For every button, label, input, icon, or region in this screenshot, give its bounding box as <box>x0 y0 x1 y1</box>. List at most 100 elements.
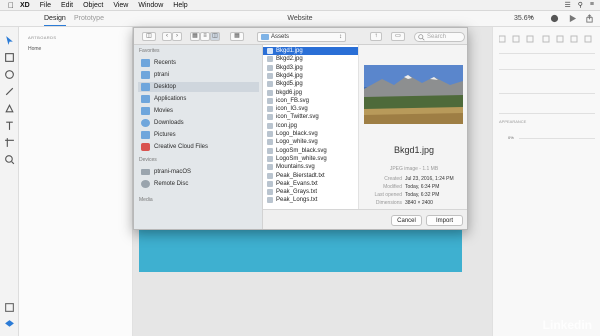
sidebar-item-label: Movies <box>154 108 174 114</box>
opacity-value[interactable]: 0% <box>508 135 514 140</box>
share-icon[interactable]: ↑ <box>370 32 382 41</box>
zoom-tool-icon[interactable] <box>4 154 15 165</box>
cancel-button[interactable]: Cancel <box>391 215 422 226</box>
forward-arrow-icon[interactable]: › <box>172 32 182 41</box>
mobile-preview-icon[interactable] <box>550 14 559 23</box>
tag-icon[interactable]: ▭ <box>391 32 405 41</box>
file-list-item[interactable]: Icon.jpg <box>263 122 358 130</box>
file-list-item[interactable]: Logo_black.svg <box>263 130 358 138</box>
sidebar-item-label: Recents <box>154 60 177 66</box>
apple-menu-icon[interactable]:  <box>8 1 20 10</box>
menu-edit[interactable]: Edit <box>61 2 73 9</box>
meta-value: 3840 × 2400 <box>405 200 433 206</box>
import-dialog: ◫ ‹ › ▦ ≡ ◫ ▦ Assets ↕ ↑ ▭ Search Favori… <box>133 27 468 230</box>
menu-file[interactable]: File <box>40 2 51 9</box>
file-icon <box>267 155 273 162</box>
sidebar-item-movies[interactable]: Movies <box>141 106 173 116</box>
file-name: icon_IG.svg <box>276 106 308 113</box>
select-tool-icon[interactable] <box>4 35 15 46</box>
artboard-tool-icon[interactable] <box>4 137 15 148</box>
file-name: Peak_Bierstadt.txt <box>276 172 325 179</box>
file-list-item[interactable]: Bkgd5.jpg <box>263 80 358 88</box>
image-thumbnail <box>364 65 463 124</box>
rectangle-tool-icon[interactable] <box>4 52 15 63</box>
dialog-footer: Cancel Import <box>263 209 467 229</box>
file-list-item[interactable]: Bkgd3.jpg <box>263 64 358 72</box>
sidebar-item-ptrani[interactable]: ptrani <box>141 70 169 80</box>
file-icon <box>267 64 273 71</box>
file-list-item[interactable]: Peak_Bierstadt.txt <box>263 172 358 180</box>
menu-window[interactable]: Window <box>138 2 163 9</box>
meta-value: Today, 6:34 PM <box>405 184 440 190</box>
ellipse-tool-icon[interactable] <box>4 69 15 80</box>
line-tool-icon[interactable] <box>4 86 15 97</box>
file-icon <box>267 48 273 54</box>
share-icon[interactable] <box>585 14 594 23</box>
sidebar-toggle-icon[interactable]: ◫ <box>142 32 156 41</box>
file-list-item[interactable]: icon_FB.svg <box>263 97 358 105</box>
text-tool-icon[interactable] <box>4 120 15 131</box>
sidebar-item-remote-disc[interactable]: Remote Disc <box>141 179 188 189</box>
file-list-item[interactable]: Bkgd1.jpg <box>263 47 358 55</box>
notification-center-icon[interactable]: ≡ <box>590 1 594 9</box>
artboard-item-home[interactable]: Home <box>28 46 41 52</box>
sidebar-item-desktop[interactable]: Desktop <box>138 82 259 92</box>
menu-view[interactable]: View <box>113 2 128 9</box>
icon-view-icon[interactable]: ▦ <box>190 32 200 41</box>
sidebar-item-downloads[interactable]: Downloads <box>141 118 184 128</box>
tools-bar <box>0 27 19 336</box>
sidebar-item-ptrani-macos[interactable]: ptrani-macOS <box>141 167 191 177</box>
devices-heading: Devices <box>139 157 157 163</box>
file-list-item[interactable]: icon_Twitter.svg <box>263 113 358 121</box>
file-name: Logo_black.svg <box>276 131 318 137</box>
wifi-icon[interactable]: ☰ <box>564 1 570 9</box>
sidebar-item-label: ptrani-macOS <box>154 169 192 175</box>
file-list-item[interactable]: Peak_Longs.txt <box>263 196 358 204</box>
preview-pane: Bkgd1.jpg JPEG image - 1.1 MB Created Jul… <box>359 45 467 209</box>
file-list-item[interactable]: LogoSm_black.svg <box>263 147 358 155</box>
home-icon <box>141 71 150 79</box>
file-list-item[interactable]: Bkgd4.jpg <box>263 72 358 80</box>
menu-app-name[interactable]: XD <box>20 2 30 9</box>
column-view-icon[interactable]: ◫ <box>210 32 220 41</box>
search-spotlight-icon[interactable]: ⚲ <box>578 1 583 9</box>
file-list-item[interactable]: Logo_white.svg <box>263 138 358 146</box>
search-field[interactable]: Search <box>414 32 465 42</box>
sidebar-item-applications[interactable]: Applications <box>141 94 186 104</box>
opacity-slider[interactable] <box>519 138 595 139</box>
file-name: LogoSm_black.svg <box>276 147 327 154</box>
file-icon <box>267 97 273 104</box>
file-list[interactable]: Bkgd1.jpg Bkgd2.jpg Bkgd3.jpg Bkgd4.jpg Bkgd… <box>263 45 359 209</box>
file-list-item[interactable]: Peak_Evans.txt <box>263 180 358 188</box>
list-view-icon[interactable]: ≡ <box>200 32 210 41</box>
preview-file-name: Bkgd1.jpg <box>393 145 435 155</box>
arrange-menu-icon[interactable]: ▦ <box>230 32 244 41</box>
sidebar-item-label: Desktop <box>154 84 177 90</box>
menu-help[interactable]: Help <box>173 2 187 9</box>
meta-dimensions: Dimensions 3840 × 2400 <box>359 200 467 208</box>
file-list-item[interactable]: icon_IG.svg <box>263 105 358 113</box>
file-icon <box>267 81 273 88</box>
file-name: Mountains.svg <box>276 164 315 171</box>
sidebar-item-label: Pictures <box>154 132 176 138</box>
file-icon <box>267 122 273 129</box>
file-name: Peak_Grays.txt <box>276 189 318 196</box>
menu-object[interactable]: Object <box>83 2 103 9</box>
file-list-item[interactable]: bkgd6.jpg <box>263 89 358 97</box>
sidebar-item-recents[interactable]: Recents <box>141 58 176 68</box>
assets-panel-icon[interactable] <box>4 302 15 313</box>
sidebar-item-creative-cloud[interactable]: Creative Cloud Files <box>141 142 208 152</box>
back-arrow-icon[interactable]: ‹ <box>162 32 172 41</box>
file-list-item[interactable]: Bkgd2.jpg <box>263 55 358 63</box>
play-icon[interactable] <box>568 14 577 23</box>
folder-path-popup[interactable]: Assets ↕ <box>257 32 346 42</box>
align-icons[interactable] <box>499 35 595 43</box>
layers-panel-icon[interactable] <box>4 319 15 330</box>
chevron-down-icon[interactable]: ▾ <box>530 14 533 21</box>
pen-tool-icon[interactable] <box>4 103 15 114</box>
sidebar-item-pictures[interactable]: Pictures <box>141 130 176 140</box>
file-list-item[interactable]: Peak_Grays.txt <box>263 188 358 196</box>
import-button[interactable]: Import <box>426 215 463 226</box>
file-list-item[interactable]: LogoSm_white.svg <box>263 155 358 163</box>
file-list-item[interactable]: Mountains.svg <box>263 163 358 171</box>
